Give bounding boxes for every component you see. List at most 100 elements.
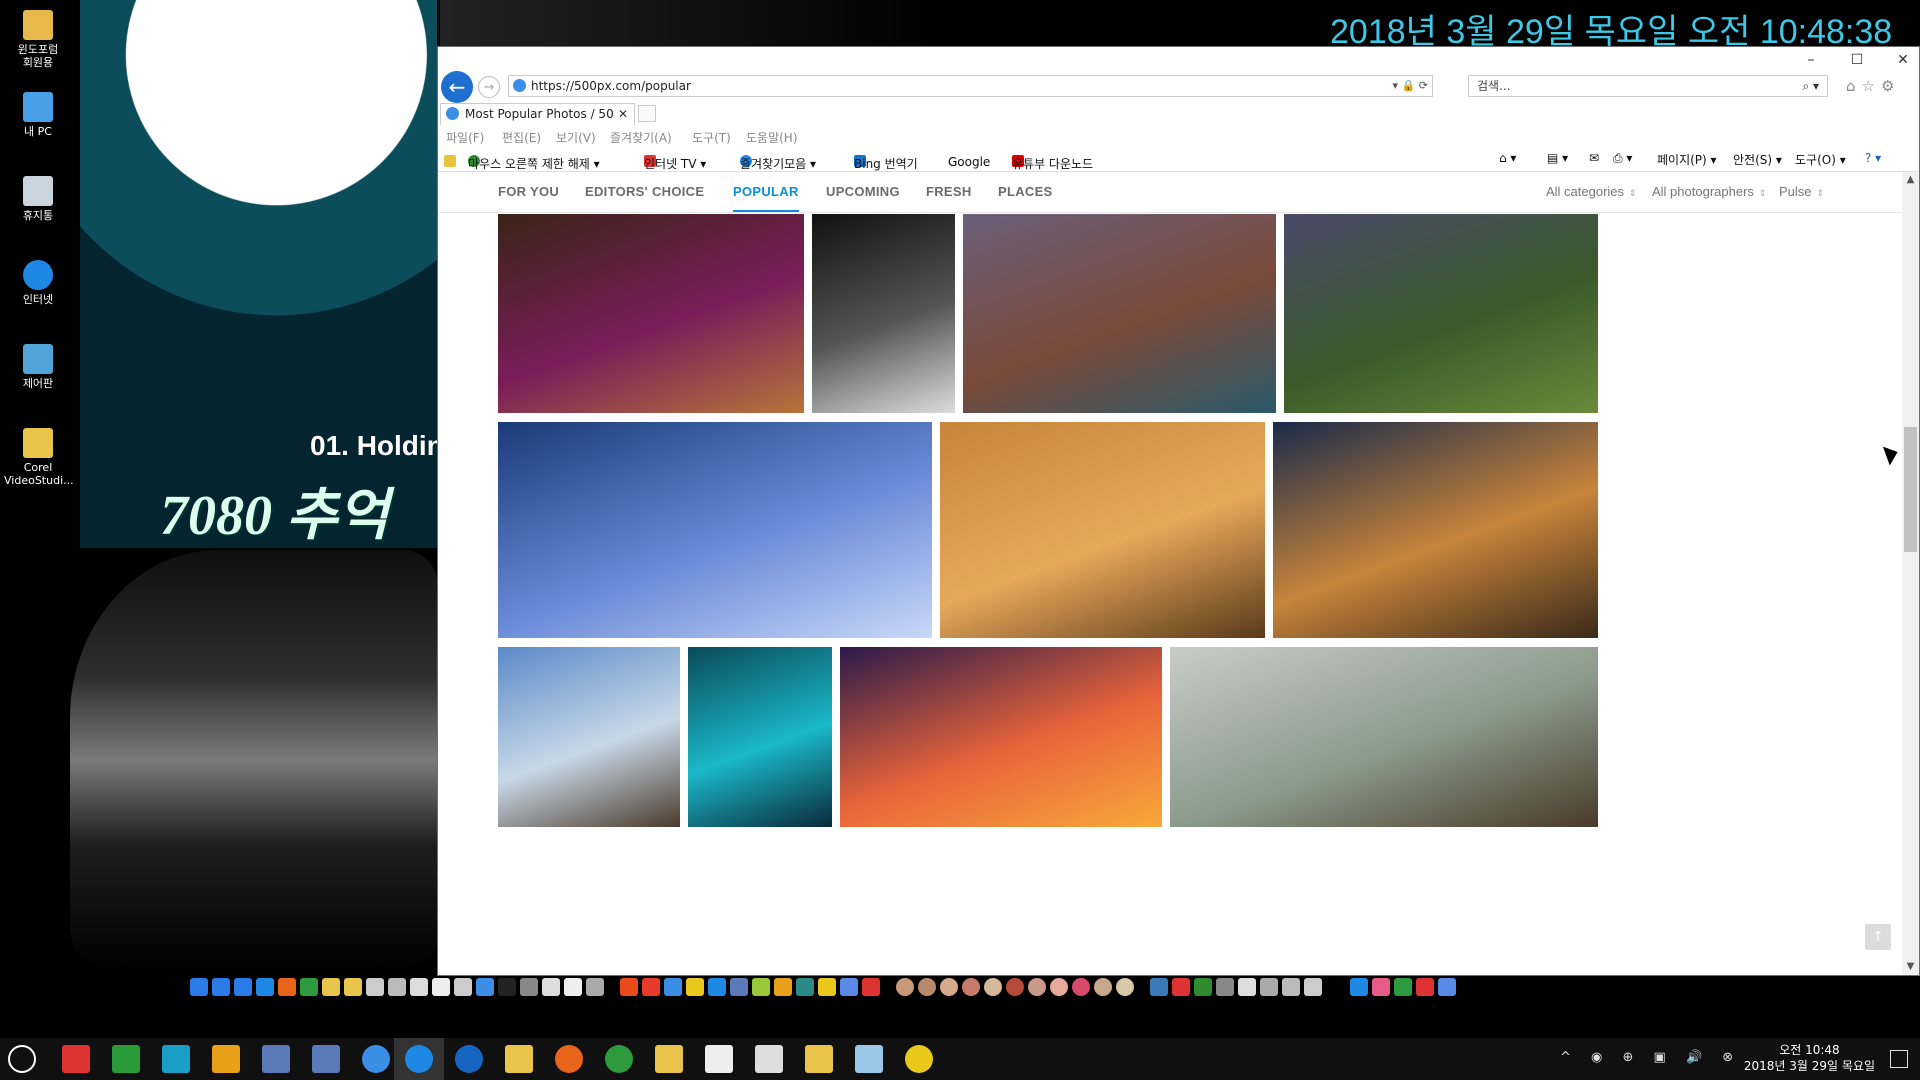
quick-launch-app-icon[interactable] — [818, 978, 836, 996]
quick-launch-app-icon[interactable] — [940, 978, 958, 996]
quick-launch-app-icon[interactable] — [1350, 978, 1368, 996]
quick-launch-app-icon[interactable] — [1150, 978, 1168, 996]
taskbar-app-monitor-icon[interactable] — [262, 1045, 290, 1073]
quick-launch-app-icon[interactable] — [1194, 978, 1212, 996]
desktop-icon-my-pc[interactable]: 내 PC — [4, 92, 72, 138]
close-window-button[interactable]: ✕ — [1893, 51, 1913, 69]
desktop-icon-internet[interactable]: 인터넷 — [4, 260, 72, 306]
quick-launch-app-icon[interactable] — [1238, 978, 1256, 996]
favorites-star-icon[interactable]: ☆ — [1862, 77, 1881, 95]
page-scrollbar[interactable]: ▲ ▼ — [1902, 172, 1919, 975]
tea-field-photo[interactable] — [1284, 214, 1598, 413]
quick-launch-app-icon[interactable] — [1116, 978, 1134, 996]
bw-woman-photo[interactable] — [812, 214, 955, 413]
filter-pulse[interactable]: Pulse ⇕ — [1779, 184, 1824, 199]
quick-launch-app-icon[interactable] — [1304, 978, 1322, 996]
quick-launch-app-icon[interactable] — [1172, 978, 1190, 996]
taskbar-edge-icon[interactable] — [455, 1045, 483, 1073]
quick-launch-app-icon[interactable] — [1438, 978, 1456, 996]
taskbar-media-icon[interactable] — [905, 1045, 933, 1073]
tab-editors-choice[interactable]: EDITORS' CHOICE — [585, 184, 704, 199]
taskbar-app-monitor2-icon[interactable] — [312, 1045, 340, 1073]
quick-launch-app-icon[interactable] — [212, 978, 230, 996]
notification-center-icon[interactable] — [1890, 1050, 1908, 1068]
quick-launch-app-icon[interactable] — [918, 978, 936, 996]
quick-launch-app-icon[interactable] — [564, 978, 582, 996]
lock-icon[interactable]: 🔒 — [1402, 79, 1416, 92]
taskbar-store-icon[interactable] — [705, 1045, 733, 1073]
desktop-icon-recycle-bin[interactable]: 휴지통 — [4, 176, 72, 222]
search-input[interactable]: 검색... ⌕ ▾ — [1468, 75, 1828, 97]
quick-launch-app-icon[interactable] — [1028, 978, 1046, 996]
taskbar-chrome-icon[interactable] — [605, 1045, 633, 1073]
quick-launch-app-icon[interactable] — [730, 978, 748, 996]
system-tray-icons[interactable]: ^ ◉ ⊕ ▣ 🔊 ⊗ — [1560, 1050, 1741, 1065]
menu-view[interactable]: 보기(V) — [556, 129, 596, 146]
quick-launch-app-icon[interactable] — [256, 978, 274, 996]
print-icon[interactable]: ⎙ ▾ — [1613, 151, 1632, 166]
quick-launch-app-icon[interactable] — [1006, 978, 1024, 996]
back-button[interactable]: ← — [441, 71, 473, 103]
quick-launch-app-icon[interactable] — [774, 978, 792, 996]
taskbar-app-shutdown-icon[interactable] — [212, 1045, 240, 1073]
tab-close-button[interactable]: ✕ — [618, 104, 628, 124]
quick-launch-app-icon[interactable] — [190, 978, 208, 996]
sunset-silhouette-photo[interactable] — [840, 647, 1162, 827]
menu-edit[interactable]: 편집(E) — [502, 129, 541, 146]
quick-launch-app-icon[interactable] — [410, 978, 428, 996]
quick-launch-app-icon[interactable] — [586, 978, 604, 996]
menu-help[interactable]: 도움말(H) — [746, 129, 798, 146]
quick-launch-app-icon[interactable] — [542, 978, 560, 996]
quick-launch-app-icon[interactable] — [1260, 978, 1278, 996]
taskbar-app-power-icon[interactable] — [62, 1045, 90, 1073]
quick-launch-app-icon[interactable] — [1050, 978, 1068, 996]
quick-launch-app-icon[interactable] — [454, 978, 472, 996]
quick-launch-app-icon[interactable] — [620, 978, 638, 996]
minimize-button[interactable]: – — [1801, 51, 1821, 69]
scroll-up-icon[interactable]: ▲ — [1902, 172, 1919, 188]
quick-launch-app-icon[interactable] — [344, 978, 362, 996]
filter-photographers[interactable]: All photographers ⇕ — [1652, 184, 1766, 199]
address-bar[interactable]: https://500px.com/popular ▾ 🔒 ⟳ — [508, 75, 1433, 97]
quick-launch-app-icon[interactable] — [520, 978, 538, 996]
quick-launch-app-icon[interactable] — [366, 978, 384, 996]
maximize-button[interactable]: ☐ — [1847, 51, 1867, 69]
quick-launch-app-icon[interactable] — [1072, 978, 1090, 996]
quick-launch-app-icon[interactable] — [234, 978, 252, 996]
desktop-icon-control-panel[interactable]: 제어판 — [4, 344, 72, 390]
girl-portrait-photo[interactable] — [498, 214, 804, 413]
taskbar-folder2-icon[interactable] — [805, 1045, 833, 1073]
menu-favorites[interactable]: 즐겨찾기(A) — [610, 129, 672, 146]
desktop-icon-forum[interactable]: 윈도포럼 회원용 — [4, 10, 72, 69]
quick-launch-app-icon[interactable] — [862, 978, 880, 996]
taskbar-app-search-icon[interactable] — [112, 1045, 140, 1073]
tab-places[interactable]: PLACES — [998, 184, 1053, 199]
forward-button[interactable]: → — [478, 76, 500, 98]
tab-most-popular[interactable]: Most Popular Photos / 50 ✕ — [440, 103, 635, 125]
coastal-village-photo[interactable] — [963, 214, 1276, 413]
help-icon[interactable]: ? ▾ — [1865, 151, 1881, 165]
quick-launch-app-icon[interactable] — [686, 978, 704, 996]
glacier-ice-photo[interactable] — [498, 422, 932, 638]
quick-launch-app-icon[interactable] — [962, 978, 980, 996]
matterhorn-village-photo[interactable] — [498, 647, 680, 827]
new-tab-button[interactable] — [638, 105, 656, 122]
taskbar-mail-icon[interactable] — [755, 1045, 783, 1073]
settings-gear-icon[interactable]: ⚙ — [1881, 77, 1900, 95]
taskbar-ie-icon[interactable] — [405, 1045, 433, 1073]
quick-launch-app-icon[interactable] — [1094, 978, 1112, 996]
taskbar-explorer-icon[interactable] — [655, 1045, 683, 1073]
tree-reflection-photo[interactable] — [940, 422, 1265, 638]
tab-for-you[interactable]: FOR YOU — [498, 184, 559, 199]
menu-tools[interactable]: 도구(T) — [692, 129, 731, 146]
refresh-icon[interactable]: ⟳ — [1419, 79, 1428, 92]
mail-icon[interactable]: ✉ — [1589, 151, 1599, 165]
quick-launch-app-icon[interactable] — [498, 978, 516, 996]
scroll-to-top-button[interactable]: ↑ — [1865, 924, 1891, 950]
teal-forest-photo[interactable] — [688, 647, 832, 827]
tray-clock[interactable]: 오전 10:48 2018년 3월 29일 목요일 — [1744, 1042, 1875, 1074]
taskbar-folder-icon[interactable] — [505, 1045, 533, 1073]
quick-launch-app-icon[interactable] — [1216, 978, 1234, 996]
tools-menu[interactable]: 도구(O) ▾ — [1795, 151, 1846, 168]
menu-file[interactable]: 파일(F) — [446, 129, 484, 146]
